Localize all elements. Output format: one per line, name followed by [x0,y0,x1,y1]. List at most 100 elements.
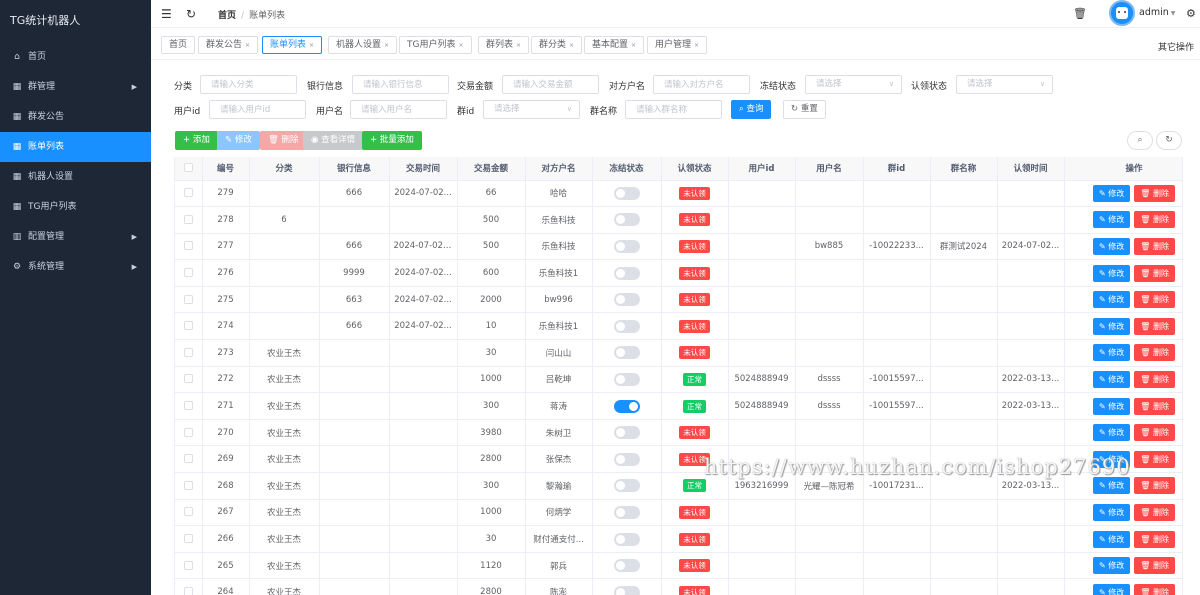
reset-button[interactable]: ↻ 重置 [783,100,826,119]
row-checkbox[interactable] [183,374,193,384]
username-dropdown[interactable]: admin ▼ [1139,7,1175,18]
table-row[interactable]: 271 农业王杰 300 蒋涛 正常 5024888949 dssss -10015597..… [175,392,1182,420]
view-detail-button[interactable]: ◉ 查看详情 [303,131,364,150]
breadcrumb-home[interactable]: 首页 [218,11,236,21]
sidebar-item-7[interactable]: ⚙ 系统管理 ▶ [0,252,151,282]
username-input[interactable] [350,100,447,119]
group-id-select[interactable]: 请选择 ∨ [483,100,580,119]
refresh-table-button[interactable]: ↻ [1156,131,1182,150]
sidebar-item-3[interactable]: ▦ 账单列表 [0,132,151,162]
table-row[interactable]: 268 农业王杰 300 黎瀚瑜 正常 1963216999 光耀—陈冠希 -10017231… [175,472,1182,500]
row-checkbox[interactable] [183,560,193,570]
tab-3[interactable]: 机器人设置 × [328,36,398,54]
row-delete-button[interactable]: 🗑 删除 [1134,317,1175,335]
category-input[interactable] [200,75,297,94]
sidebar-item-6[interactable]: ▥ 配置管理 ▶ [0,222,151,252]
table-row[interactable]: 264 农业王杰 2800 陈澎 未认领 ✎ 修改 🗑 删除 [175,578,1182,595]
freeze-toggle[interactable] [613,426,640,440]
freeze-toggle[interactable] [613,399,640,413]
row-delete-button[interactable]: 🗑 删除 [1134,477,1175,495]
row-edit-button[interactable]: ✎ 修改 [1093,397,1131,415]
search-button[interactable]: ⌕ 查询 [731,100,772,119]
toggle-search-button[interactable]: ⌕ [1127,131,1153,150]
row-checkbox[interactable] [183,294,193,304]
row-delete-button[interactable]: 🗑 删除 [1134,211,1175,229]
freeze-toggle[interactable] [613,532,640,546]
table-row[interactable]: 276 9999 2024-07-02... 600 乐鱼科技1 未认领 ✎ 修改 🗑 删除 [175,259,1182,287]
row-delete-button[interactable]: 🗑 删除 [1134,503,1175,521]
row-delete-button[interactable]: 🗑 删除 [1134,237,1175,255]
row-edit-button[interactable]: ✎ 修改 [1093,184,1131,202]
row-checkbox[interactable] [183,214,193,224]
tab-1[interactable]: 群发公告 × [198,36,259,54]
bank-info-input[interactable] [352,75,449,94]
row-delete-button[interactable]: 🗑 删除 [1134,530,1175,548]
avatar[interactable] [1109,0,1135,26]
sidebar-item-1[interactable]: ▦ 群管理 ▶ [0,72,151,102]
table-row[interactable]: 274 666 2024-07-02... 10 乐鱼科技1 未认领 ✎ 修改 🗑 删除 [175,312,1182,341]
row-edit-button[interactable]: ✎ 修改 [1093,557,1131,575]
row-edit-button[interactable]: ✎ 修改 [1093,211,1131,229]
row-delete-button[interactable]: 🗑 删除 [1134,291,1175,309]
counterparty-input[interactable] [653,75,750,94]
row-checkbox[interactable] [183,534,193,544]
close-icon[interactable]: × [631,42,636,49]
refresh-icon[interactable]: ↻ [186,7,196,21]
close-icon[interactable]: × [309,42,314,49]
row-edit-button[interactable]: ✎ 修改 [1093,450,1131,468]
tab-7[interactable]: 基本配置 × [584,36,645,54]
other-operations-dropdown[interactable]: 其它操作 [1158,40,1194,53]
row-edit-button[interactable]: ✎ 修改 [1093,264,1131,282]
table-row[interactable]: 272 农业王杰 1000 吕乾坤 正常 5024888949 dssss -10015597… [175,366,1182,394]
row-edit-button[interactable]: ✎ 修改 [1093,370,1131,388]
table-row[interactable]: 278 6 500 乐鱼科技 未认领 ✎ 修改 🗑 删除 [175,206,1182,234]
row-checkbox[interactable] [183,401,193,411]
tab-4[interactable]: TG用户列表 × [399,36,472,54]
row-delete-button[interactable]: 🗑 删除 [1134,583,1175,595]
row-checkbox[interactable] [183,241,193,251]
freeze-toggle[interactable] [613,585,640,595]
freeze-toggle[interactable] [613,266,640,280]
row-delete-button[interactable]: 🗑 删除 [1134,184,1175,202]
amount-input[interactable] [502,75,599,94]
table-row[interactable]: 266 农业王杰 30 财付通支付... 未认领 ✎ 修改 🗑 删除 [175,525,1182,553]
freeze-toggle[interactable] [613,319,640,333]
row-delete-button[interactable]: 🗑 删除 [1134,450,1175,468]
table-row[interactable]: 267 农业王杰 1000 何炳学 未认领 ✎ 修改 🗑 删除 [175,499,1182,527]
row-checkbox[interactable] [183,268,193,278]
table-row[interactable]: 279 666 2024-07-02... 66 哈哈 未认领 ✎ 修改 🗑 删除 [175,180,1182,208]
edit-button[interactable]: ✎ 修改 [217,131,260,150]
close-icon[interactable]: × [694,42,699,49]
group-name-input[interactable] [625,100,722,119]
freeze-toggle[interactable] [613,372,640,386]
table-row[interactable]: 270 农业王杰 3980 朱树卫 未认领 ✎ 修改 🗑 删除 [175,419,1182,447]
row-edit-button[interactable]: ✎ 修改 [1093,424,1131,442]
close-icon[interactable]: × [569,42,574,49]
row-edit-button[interactable]: ✎ 修改 [1093,344,1131,362]
table-row[interactable]: 269 农业王杰 2800 张保杰 未认领 ✎ 修改 🗑 删除 [175,445,1182,474]
row-edit-button[interactable]: ✎ 修改 [1093,583,1131,595]
close-icon[interactable]: × [245,42,250,49]
row-delete-button[interactable]: 🗑 删除 [1134,397,1175,415]
row-checkbox[interactable] [183,188,193,198]
select-all-checkbox[interactable] [183,163,193,173]
hamburger-menu-icon[interactable]: ☰ [161,7,172,21]
tab-5[interactable]: 群列表 × [478,36,530,54]
freeze-toggle[interactable] [613,186,640,200]
freeze-toggle[interactable] [613,505,640,519]
freeze-toggle[interactable] [613,452,640,466]
freeze-toggle[interactable] [613,479,640,493]
row-checkbox[interactable] [183,507,193,517]
sidebar-item-0[interactable]: ⌂ 首页 [0,42,151,72]
row-edit-button[interactable]: ✎ 修改 [1093,477,1131,495]
row-edit-button[interactable]: ✎ 修改 [1093,530,1131,548]
freeze-status-select[interactable]: 请选择 ∨ [805,75,902,94]
freeze-toggle[interactable] [613,213,640,227]
freeze-toggle[interactable] [613,293,640,307]
table-row[interactable]: 275 663 2024-07-02... 2000 bw996 未认领 ✎ 修改 🗑 删除 [175,286,1182,314]
sidebar-item-2[interactable]: ▦ 群发公告 [0,102,151,132]
row-delete-button[interactable]: 🗑 删除 [1134,557,1175,575]
close-icon[interactable]: × [516,42,521,49]
row-delete-button[interactable]: 🗑 删除 [1134,344,1175,362]
user-id-input[interactable] [209,100,306,119]
